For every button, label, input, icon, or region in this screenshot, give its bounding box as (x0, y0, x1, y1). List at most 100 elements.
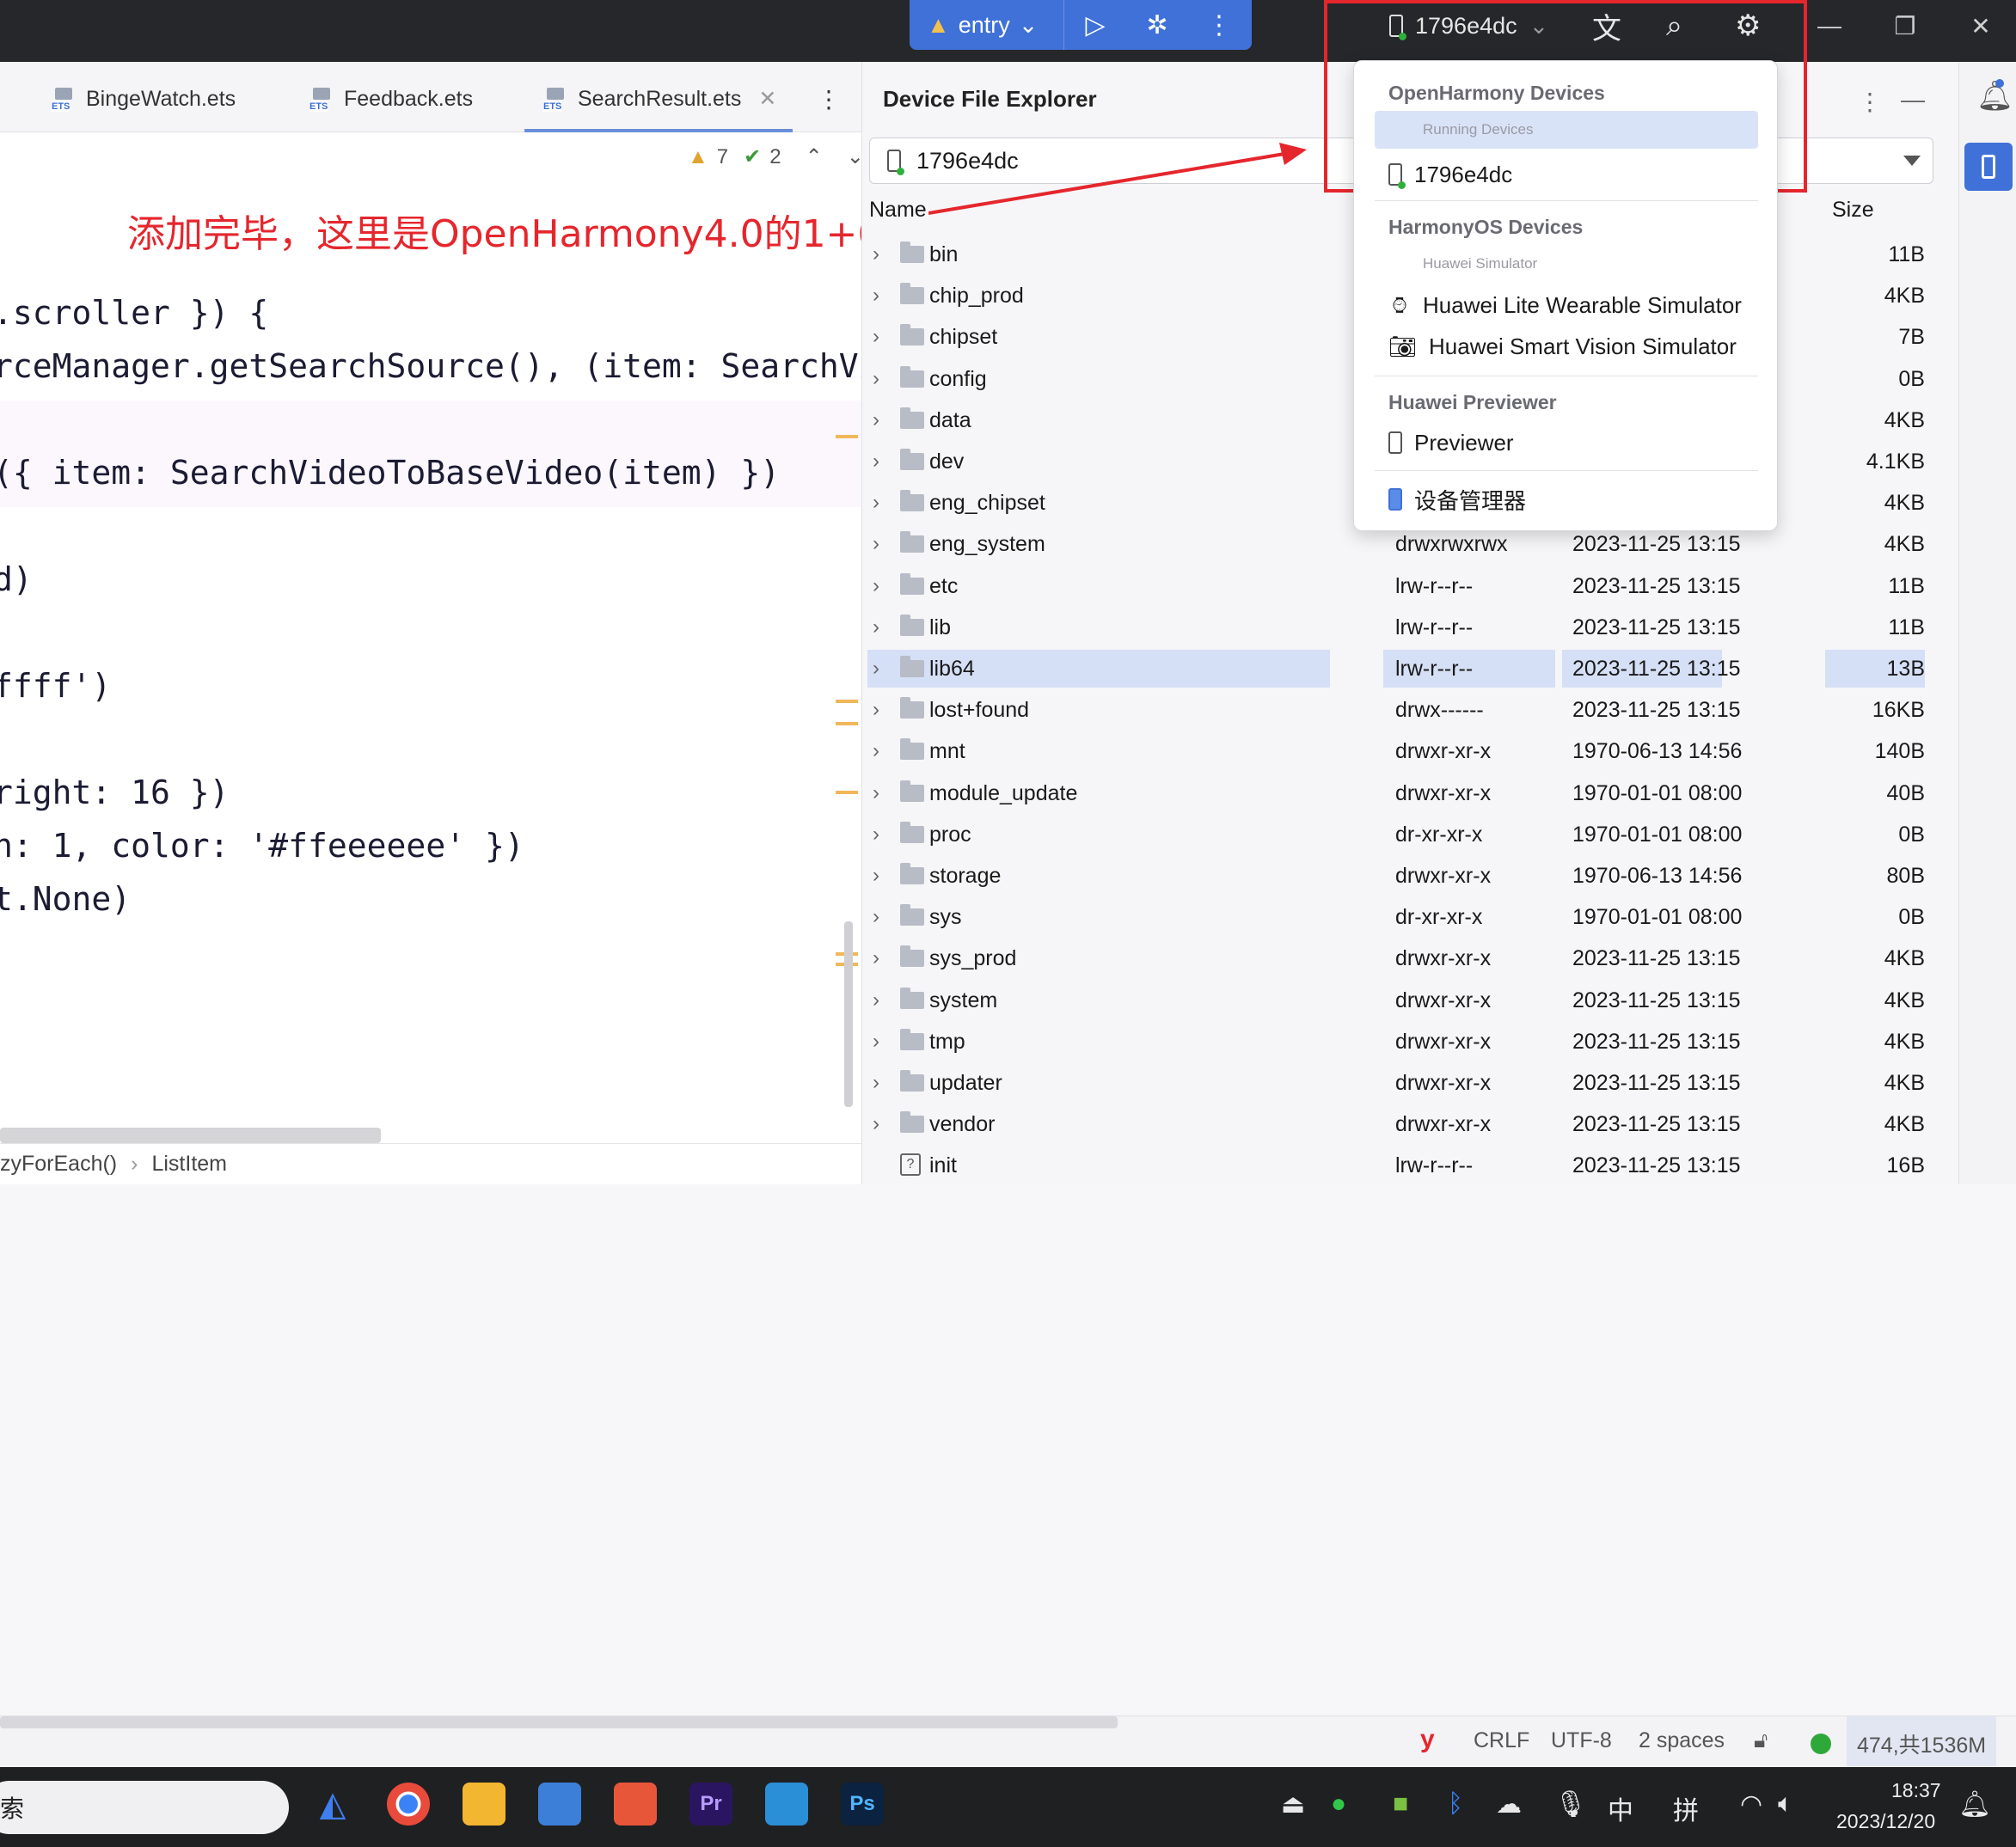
chevron-right-icon[interactable]: › (873, 450, 879, 474)
chevron-right-icon[interactable]: › (873, 1071, 879, 1095)
photoshop-app-icon[interactable]: Ps (841, 1783, 884, 1826)
close-button[interactable]: ✕ (1946, 0, 2015, 52)
chevron-right-icon[interactable]: › (873, 1030, 879, 1054)
chevron-right-icon[interactable]: › (873, 905, 879, 929)
table-row[interactable]: › system drwxr-xr-x 2023-11-25 13:15 4KB (862, 980, 1959, 1021)
table-row[interactable]: › mnt drwxr-xr-x 1970-06-13 14:56 140B (862, 731, 1959, 772)
horizontal-scrollbar[interactable] (0, 1716, 1118, 1728)
column-header-size[interactable]: Size (1832, 198, 1874, 223)
indent-setting[interactable]: 2 spaces (1639, 1728, 1725, 1753)
memory-indicator[interactable]: 474,共1536M (1847, 1716, 1997, 1766)
chevron-right-icon[interactable]: › (873, 988, 879, 1012)
nvidia-icon[interactable]: ■ (1393, 1789, 1408, 1819)
inspection-widget[interactable]: ▲ 7 ✔ 2 ⌃ ⌄ (688, 144, 864, 169)
bluetooth-icon[interactable]: ᛒ (1448, 1789, 1463, 1819)
tab-searchresult[interactable]: SearchResult.ets ✕ (543, 77, 776, 120)
chevron-up-icon[interactable]: ⌃ (806, 144, 823, 169)
table-row[interactable]: › lib64 lrw-r--r-- 2023-11-25 13:15 13B (862, 648, 1959, 689)
table-row[interactable]: › sys dr-xr-xr-x 1970-01-01 08:00 0B (862, 896, 1959, 938)
table-row[interactable]: › lost+found drwx------ 2023-11-25 13:15 16K… (862, 689, 1959, 731)
vertical-scrollbar[interactable] (844, 921, 853, 1107)
chevron-right-icon[interactable]: › (873, 615, 879, 639)
code-line[interactable]: right: 16 }) (0, 774, 230, 811)
notepad-app-icon[interactable] (538, 1783, 581, 1826)
device-manager-tool-button[interactable] (1964, 143, 2013, 191)
run-button[interactable]: ▷ (1064, 0, 1126, 50)
device-item-1796e4dc[interactable]: 1796e4dc (1388, 157, 1512, 192)
code-line[interactable]: d) (0, 560, 33, 598)
tab-feedback[interactable]: Feedback.ets (309, 77, 473, 120)
chevron-right-icon[interactable]: › (873, 864, 879, 888)
chevron-right-icon[interactable]: › (873, 657, 879, 681)
chevron-right-icon[interactable]: › (873, 946, 879, 970)
vision-simulator-item[interactable]: 📷︎ Huawei Smart Vision Simulator (1388, 329, 1737, 364)
chevron-right-icon[interactable]: › (873, 574, 879, 598)
chevron-right-icon[interactable]: › (873, 532, 879, 556)
more-vertical-icon[interactable]: ⋮ (1858, 88, 1882, 116)
table-row[interactable]: › lib lrw-r--r-- 2023-11-25 13:15 11B (862, 607, 1959, 648)
chevron-right-icon[interactable]: › (873, 698, 879, 722)
devstudio-app-icon[interactable]: ◭ (311, 1783, 354, 1826)
chevron-right-icon[interactable]: › (873, 242, 879, 266)
file-encoding[interactable]: UTF-8 (1551, 1728, 1612, 1753)
code-line[interactable]: rceManager.getSearchSource(), (item: Sea… (0, 347, 898, 385)
ime-mode[interactable]: 拼 (1673, 1789, 1699, 1827)
volume-icon[interactable]: 🔈︎ (1778, 1789, 1793, 1819)
restore-button[interactable]: ❐ (1871, 0, 1939, 52)
horizontal-scrollbar[interactable] (0, 1128, 381, 1143)
code-line[interactable]: t.None) (0, 880, 131, 918)
code-line[interactable]: ({ item: SearchVideoToBaseVideo(item) }) (0, 454, 780, 492)
code-line[interactable]: .scroller }) { (0, 294, 268, 332)
taskbar-search[interactable]: 索 (0, 1781, 289, 1834)
code-line[interactable]: h: 1, color: '#ffeeeeee' }) (0, 827, 524, 865)
plugin-logo-icon[interactable]: y (1420, 1725, 1435, 1754)
chevron-right-icon[interactable]: › (873, 781, 879, 805)
chevron-right-icon[interactable]: › (873, 1112, 879, 1136)
breadcrumb-item[interactable]: zyForEach() (0, 1152, 117, 1177)
column-header-name[interactable]: Name (869, 198, 927, 223)
file-explorer-app-icon[interactable] (463, 1783, 506, 1826)
clock-date[interactable]: 2023/12/20 (1836, 1810, 1935, 1833)
chevron-right-icon[interactable]: › (873, 491, 879, 515)
breadcrumb-item[interactable]: ListItem (151, 1152, 227, 1177)
wifi-icon[interactable]: ◠ (1740, 1789, 1762, 1819)
minimize-panel-icon[interactable]: — (1901, 86, 1925, 113)
tab-bingewatch[interactable]: BingeWatch.ets (52, 77, 236, 120)
chevron-right-icon[interactable]: › (873, 823, 879, 847)
table-row[interactable]: › module_update drwxr-xr-x 1970-01-01 08:00… (862, 773, 1959, 814)
more-button[interactable]: ⋮ (1188, 0, 1250, 50)
table-row[interactable]: › etc lrw-r--r-- 2023-11-25 13:15 11B (862, 566, 1959, 607)
wearable-simulator-item[interactable]: ⌚︎ Huawei Lite Wearable Simulator (1388, 288, 1742, 322)
table-row[interactable]: › updater drwxr-xr-x 2023-11-25 13:15 4KB (862, 1062, 1959, 1104)
premiere-app-icon[interactable]: Pr (689, 1783, 732, 1826)
table-row[interactable]: › tmp drwxr-xr-x 2023-11-25 13:15 4KB (862, 1021, 1959, 1062)
chevron-right-icon[interactable]: › (873, 325, 879, 349)
microphone-icon[interactable]: 🎙︎ (1554, 1789, 1587, 1819)
chevron-right-icon[interactable]: › (873, 408, 879, 432)
debug-button[interactable]: ✲ (1126, 0, 1188, 50)
lock-icon[interactable]: 🔓︎ (1754, 1728, 1768, 1753)
device-manager-item[interactable]: 设备管理器 (1388, 482, 1526, 517)
table-row[interactable]: › storage drwxr-xr-x 1970-06-13 14:56 80B (862, 855, 1959, 896)
chevron-right-icon[interactable]: › (873, 284, 879, 308)
usb-icon[interactable]: ⏏ (1281, 1789, 1305, 1819)
previewer-item[interactable]: Previewer (1388, 425, 1514, 460)
line-separator[interactable]: CRLF (1474, 1728, 1529, 1753)
table-row[interactable]: › proc dr-xr-xr-x 1970-01-01 08:00 0B (862, 814, 1959, 855)
chrome-app-icon[interactable] (387, 1783, 430, 1826)
xmind-app-icon[interactable] (614, 1783, 657, 1826)
cloud-icon[interactable]: ☁ (1496, 1789, 1522, 1819)
chevron-right-icon[interactable]: › (873, 739, 879, 763)
close-icon[interactable]: ✕ (758, 86, 776, 112)
chevron-right-icon[interactable]: › (873, 367, 879, 391)
clock-time[interactable]: 18:37 (1891, 1779, 1941, 1802)
run-config-selector[interactable]: ▲ entry ⌄ (910, 0, 1064, 50)
photos-app-icon[interactable] (765, 1783, 808, 1826)
table-row[interactable]: ? init lrw-r--r-- 2023-11-25 13:15 16B (862, 1145, 1959, 1186)
wechat-icon[interactable]: ● (1331, 1789, 1346, 1819)
code-line[interactable]: ffff') (0, 667, 111, 705)
tabs-more-icon[interactable]: ⋮ (817, 77, 841, 120)
notification-bell-icon[interactable]: 🔔︎ (1958, 1789, 1991, 1819)
table-row[interactable]: › vendor drwxr-xr-x 2023-11-25 13:15 4KB (862, 1104, 1959, 1145)
ime-language[interactable]: 中 (1608, 1789, 1633, 1827)
